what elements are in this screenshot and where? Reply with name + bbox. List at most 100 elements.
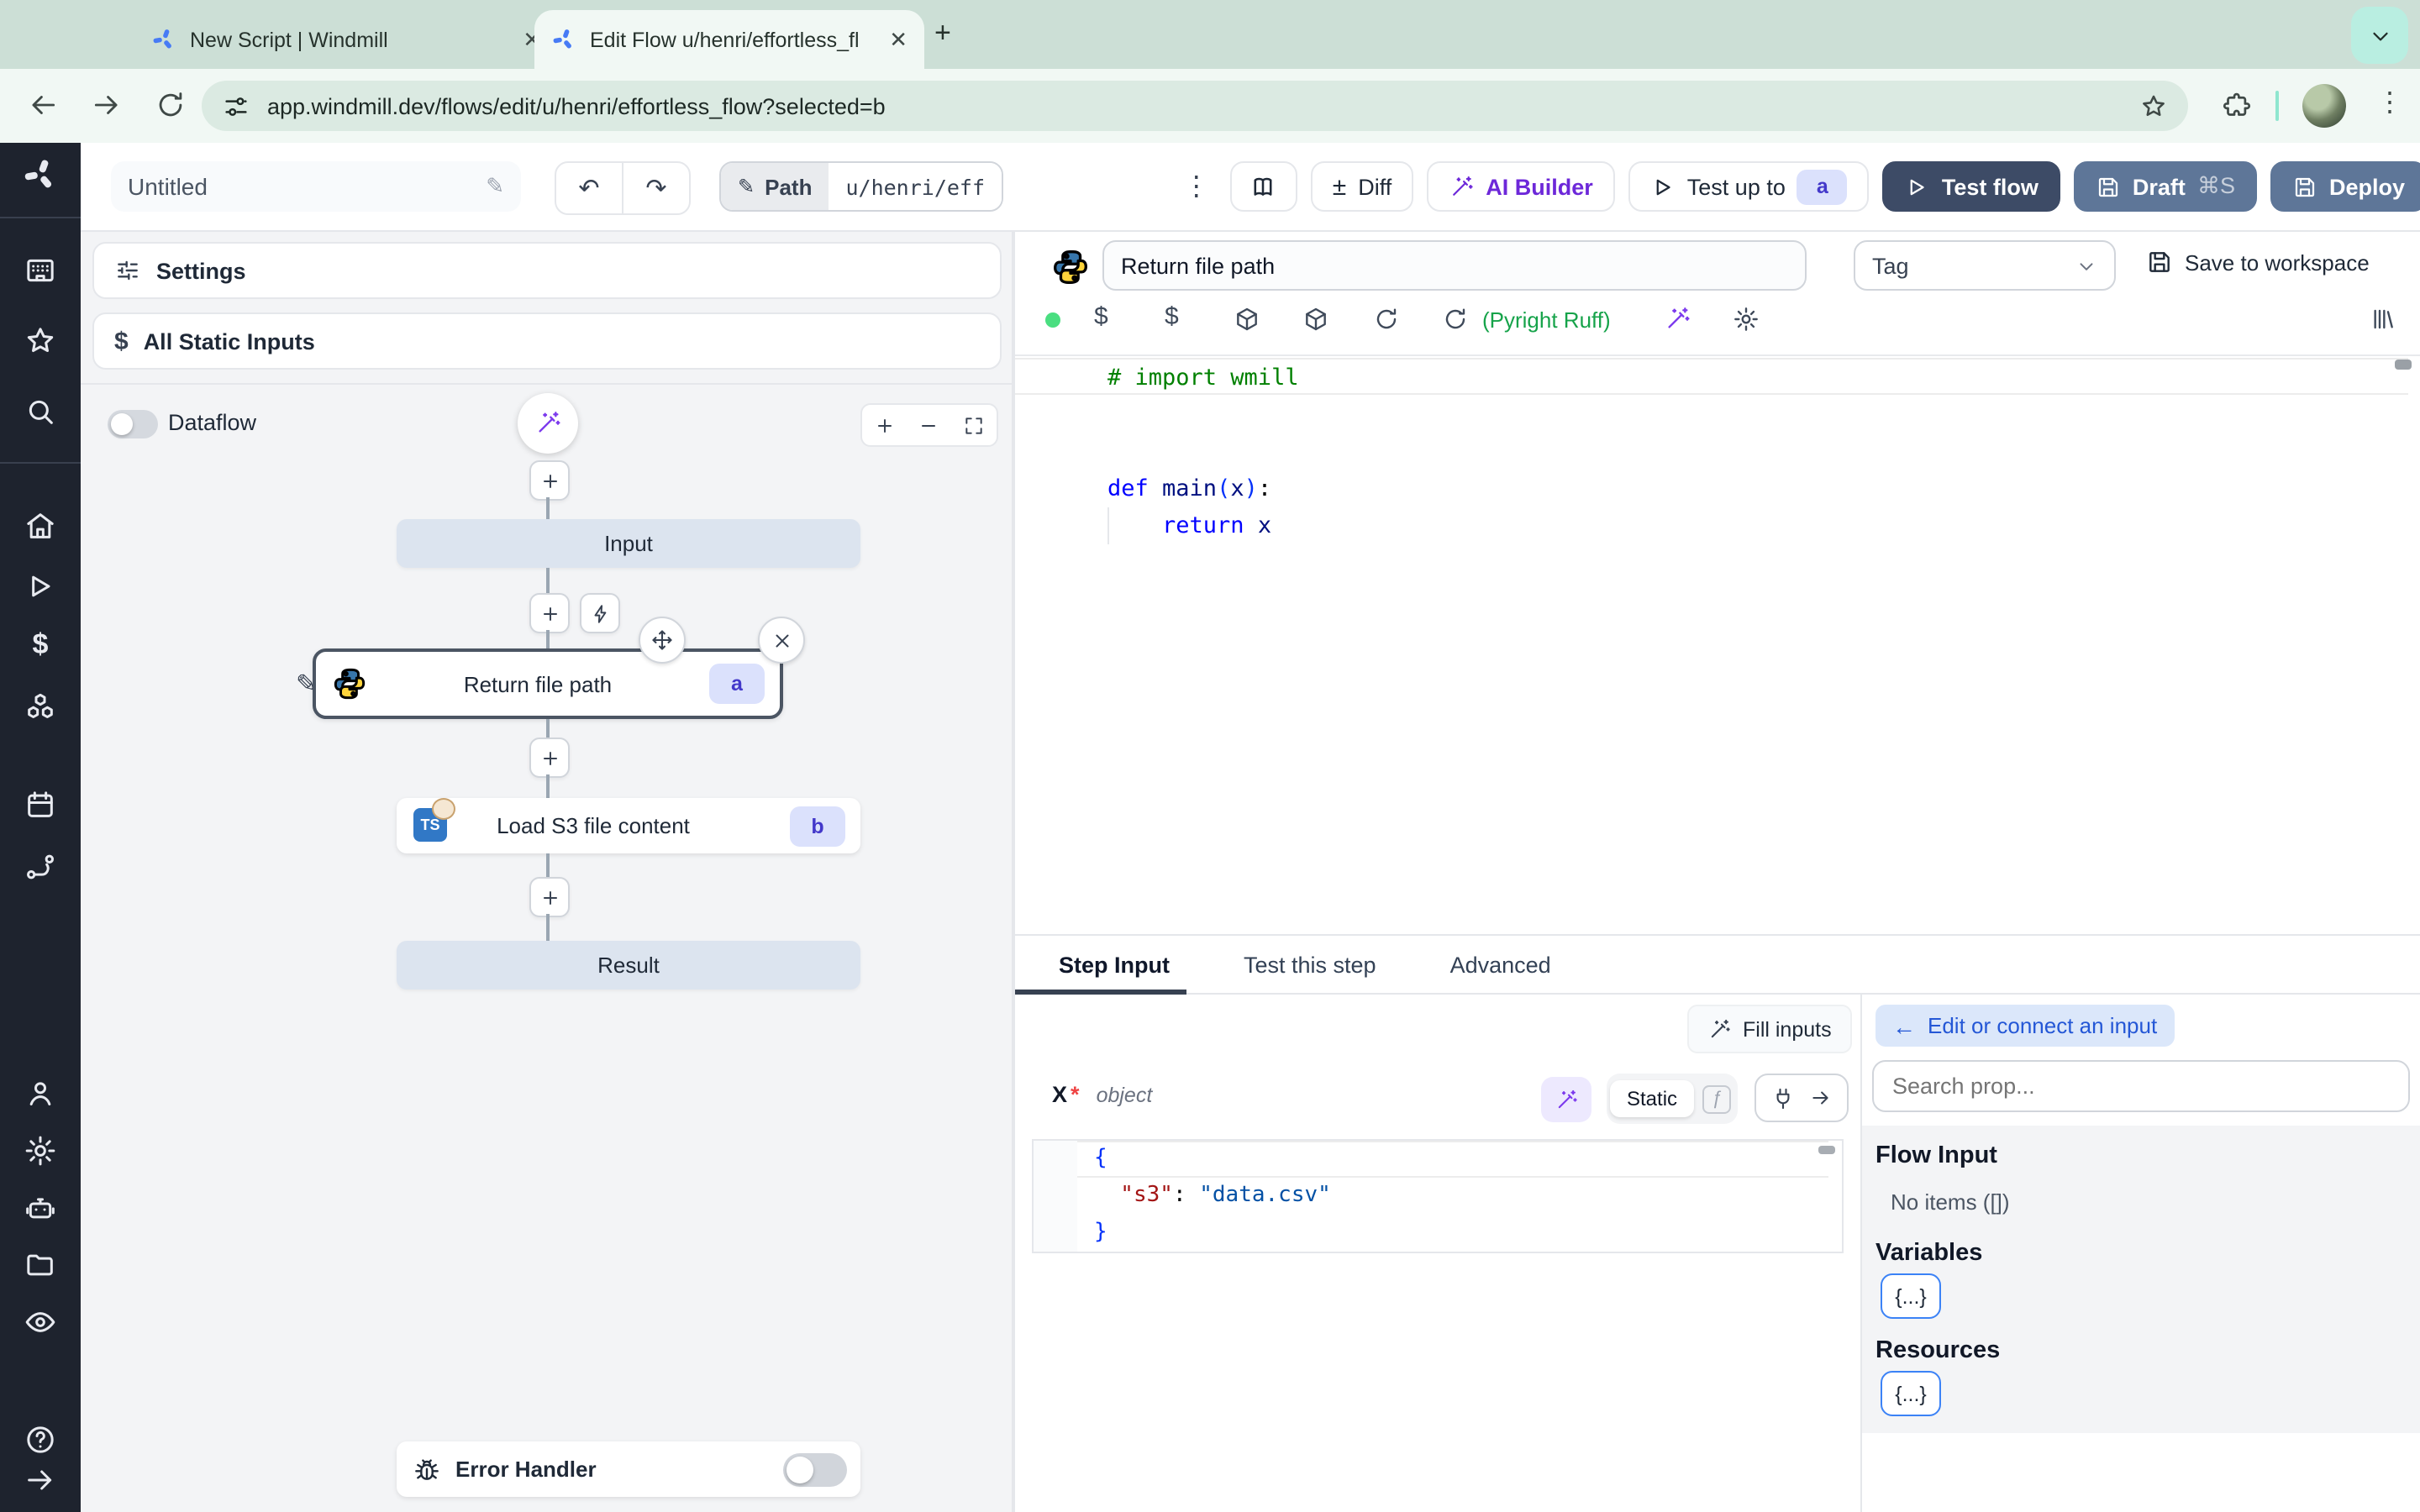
tab-title: Edit Flow u/henri/effortless_fl	[590, 28, 859, 51]
zoom-in-icon[interactable]	[874, 414, 896, 436]
reload-icon[interactable]	[1373, 306, 1400, 333]
path-button[interactable]: ✎ Path	[721, 163, 829, 210]
zoom-out-icon[interactable]	[918, 414, 940, 436]
sidebar-apps-icon[interactable]	[24, 254, 57, 287]
sidebar-users-icon[interactable]	[24, 1077, 57, 1110]
ai-fill-arg-button[interactable]	[1541, 1077, 1591, 1122]
draft-shortcut: ⌘S	[2196, 173, 2235, 198]
fit-view-icon[interactable]	[963, 414, 985, 436]
undo-button[interactable]: ↶	[555, 161, 623, 215]
sidebar-search-icon[interactable]	[24, 395, 57, 428]
variables-braces-button[interactable]: {...}	[1881, 1273, 1941, 1319]
extensions-puzzle-icon[interactable]	[2222, 91, 2252, 121]
step-name-input[interactable]	[1102, 240, 1807, 291]
error-handler-toggle[interactable]	[783, 1452, 847, 1486]
editor-settings-gear-icon[interactable]	[1733, 306, 1760, 333]
test-flow-button[interactable]: Test flow	[1882, 161, 2060, 212]
flow-input-node[interactable]: Input	[397, 519, 860, 568]
add-trigger-button[interactable]	[580, 593, 620, 633]
ai-assist-wand-icon[interactable]	[1664, 306, 1691, 333]
sidebar-runs-icon[interactable]	[24, 570, 57, 603]
all-static-inputs-row[interactable]: $ All Static Inputs	[92, 312, 1002, 370]
save-icon	[2146, 249, 2173, 276]
tab-step-input[interactable]: Step Input	[1015, 936, 1186, 995]
browser-menu-kebab-icon[interactable]: ⋮	[2376, 86, 2403, 119]
address-bar[interactable]: app.windmill.dev/flows/edit/u/henri/effo…	[202, 81, 2188, 131]
bookmark-star-icon[interactable]	[2139, 92, 2168, 120]
resources-braces-button[interactable]: {...}	[1881, 1371, 1941, 1416]
assets-dollar-icon[interactable]: $	[1094, 302, 1108, 331]
connect-input-button[interactable]	[1754, 1074, 1849, 1122]
avatar[interactable]	[2302, 84, 2346, 128]
sidebar-schedules-icon[interactable]	[24, 788, 57, 822]
edit-or-connect-button[interactable]: ← Edit or connect an input	[1876, 1005, 2175, 1047]
search-prop-input[interactable]	[1872, 1060, 2410, 1112]
docs-button[interactable]	[1229, 161, 1297, 212]
tab-search-button[interactable]	[2351, 7, 2408, 64]
browser-tab-new-script[interactable]: New Script | Windmill ✕	[134, 10, 558, 69]
browser-tab-edit-flow[interactable]: Edit Flow u/henri/effortless_fl ✕	[534, 10, 924, 69]
tab-close-icon[interactable]: ✕	[889, 26, 908, 53]
diff-button[interactable]: ± Diff	[1310, 161, 1414, 212]
add-step-top-button[interactable]	[529, 460, 570, 501]
sidebar-variables-icon[interactable]: $	[24, 628, 57, 662]
sidebar-folders-icon[interactable]	[24, 1248, 57, 1282]
sidebar-settings-gear-icon[interactable]	[24, 1134, 57, 1168]
sidebar-routes-icon[interactable]	[24, 850, 57, 884]
sidebar-home-icon[interactable]	[24, 509, 57, 543]
sidebar-resources-icon[interactable]	[24, 690, 57, 724]
move-step-handle[interactable]	[639, 617, 686, 664]
more-options-kebab-icon[interactable]: ⋮	[1176, 170, 1217, 203]
fill-inputs-button[interactable]: Fill inputs	[1687, 1005, 1852, 1053]
redo-button[interactable]: ↷	[622, 161, 691, 215]
json-arg-editor[interactable]: { "s3": "data.csv" }	[1032, 1139, 1844, 1253]
package-icon[interactable]	[1302, 306, 1329, 333]
code-editor[interactable]: # import wmill def main(x): return x	[1015, 354, 2420, 936]
add-step-button[interactable]	[529, 738, 570, 778]
flow-result-node[interactable]: Result	[397, 941, 860, 990]
delete-step-button[interactable]	[758, 617, 805, 664]
path-value[interactable]: u/henri/eff	[829, 163, 1002, 210]
tab-test-this-step[interactable]: Test this step	[1237, 952, 1383, 977]
save-to-workspace-button[interactable]: Save to workspace	[2146, 249, 2370, 276]
reload-button[interactable]	[155, 89, 187, 121]
play-icon	[1650, 174, 1676, 199]
back-button[interactable]	[27, 89, 59, 121]
fx-expression-icon[interactable]: ƒ	[1702, 1084, 1732, 1113]
ai-builder-button[interactable]: AI Builder	[1427, 161, 1615, 212]
draft-button[interactable]: Draft ⌘S	[2073, 161, 2257, 212]
error-handler-row[interactable]: Error Handler	[397, 1441, 860, 1497]
sidebar-workers-icon[interactable]	[24, 1191, 57, 1225]
add-step-button[interactable]	[529, 593, 570, 633]
deploy-button[interactable]: Deploy	[2270, 161, 2420, 212]
windmill-logo-icon[interactable]	[22, 156, 59, 193]
dataflow-label: Dataflow	[168, 410, 257, 435]
test-up-to-button[interactable]: Test up to a	[1628, 161, 1870, 212]
library-icon[interactable]	[2370, 306, 2396, 333]
add-step-button[interactable]	[529, 877, 570, 917]
variables-dollar-icon[interactable]: $	[1165, 302, 1179, 331]
lint-status-label[interactable]: (Pyright Ruff)	[1482, 307, 1611, 333]
sidebar-favorites-icon[interactable]	[24, 324, 57, 358]
tag-select[interactable]: Tag	[1854, 240, 2116, 291]
package-icon[interactable]	[1234, 306, 1260, 333]
scrollbar-thumb[interactable]	[1818, 1146, 1835, 1154]
scrollbar-thumb[interactable]	[2395, 360, 2412, 370]
new-tab-button[interactable]: +	[934, 17, 951, 50]
sidebar-expand-icon[interactable]	[24, 1463, 57, 1497]
forward-button[interactable]	[91, 89, 123, 121]
static-mode-pill[interactable]: Static	[1610, 1080, 1695, 1117]
step-b-node[interactable]: TS Load S3 file content b	[397, 798, 860, 853]
sidebar-audit-logs-icon[interactable]	[24, 1305, 57, 1339]
dataflow-toggle[interactable]	[108, 410, 158, 438]
sidebar-help-icon[interactable]	[24, 1423, 57, 1457]
flow-settings-row[interactable]: Settings	[92, 242, 1002, 299]
ai-flow-builder-button[interactable]	[518, 393, 578, 454]
edit-name-pencil-icon[interactable]: ✎	[486, 173, 504, 200]
path-group[interactable]: ✎ Path u/henri/eff	[719, 161, 1004, 212]
reload-icon[interactable]	[1442, 306, 1469, 333]
site-settings-icon[interactable]	[222, 92, 250, 120]
tab-advanced[interactable]: Advanced	[1444, 952, 1558, 977]
step-a-node[interactable]: Return file path a	[313, 648, 783, 719]
flow-name-field[interactable]: Untitled ✎	[111, 161, 521, 212]
